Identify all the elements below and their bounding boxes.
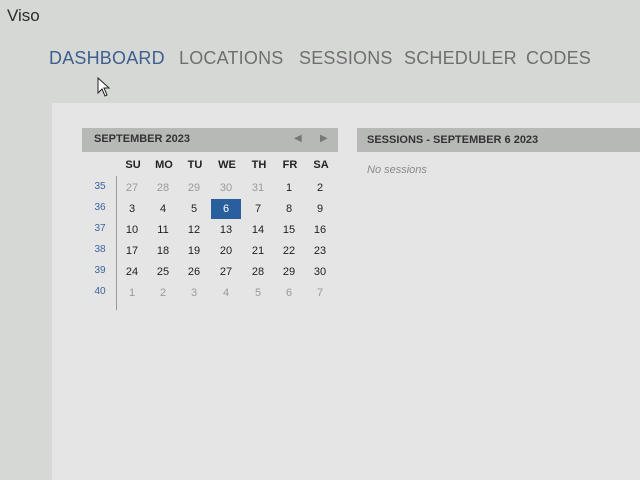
calendar-day-selected[interactable]: 6 [211, 199, 241, 219]
calendar-day[interactable]: 15 [274, 220, 304, 240]
calendar-day[interactable]: 16 [305, 220, 335, 240]
calendar-day[interactable]: 4 [211, 283, 241, 303]
calendar-day[interactable]: 26 [179, 262, 209, 282]
calendar-day[interactable]: 2 [305, 178, 335, 198]
sessions-empty-message: No sessions [367, 164, 427, 176]
calendar-day[interactable]: 13 [211, 220, 241, 240]
calendar-day[interactable]: 21 [243, 241, 273, 261]
week-number: 40 [94, 286, 106, 297]
weekday-header: MO [155, 159, 173, 171]
calendar-day[interactable]: 10 [117, 220, 147, 240]
app-title: Viso [7, 6, 40, 25]
main-nav: DASHBOARD LOCATIONS SESSIONS SCHEDULER C… [0, 48, 640, 74]
calendar-day[interactable]: 22 [274, 241, 304, 261]
weekday-header: TH [251, 159, 267, 171]
calendar-day[interactable]: 9 [305, 199, 335, 219]
calendar-day[interactable]: 28 [243, 262, 273, 282]
calendar-day[interactable]: 4 [148, 199, 178, 219]
calendar-day[interactable]: 24 [117, 262, 147, 282]
sessions-title: SESSIONS - SEPTEMBER 6 2023 [367, 134, 539, 146]
calendar-day[interactable]: 7 [243, 199, 273, 219]
calendar-day[interactable]: 27 [117, 178, 147, 198]
week-number: 39 [94, 265, 106, 276]
calendar-day[interactable]: 19 [179, 241, 209, 261]
calendar-day[interactable]: 5 [179, 199, 209, 219]
calendar-day[interactable]: 14 [243, 220, 273, 240]
weekday-header: FR [282, 159, 298, 171]
calendar-day[interactable]: 29 [179, 178, 209, 198]
calendar-grid: SU MO TU WE TH FR SA 35 27 28 29 30 31 1 2 36 3 4 5 6 7 8 9 37 1… [82, 152, 338, 312]
sessions-header: SESSIONS - SEPTEMBER 6 2023 [357, 128, 640, 152]
calendar-day[interactable]: 3 [117, 199, 147, 219]
calendar-day[interactable]: 29 [274, 262, 304, 282]
week-number: 38 [94, 244, 106, 255]
nav-scheduler[interactable]: SCHEDULER [404, 48, 517, 69]
calendar-day[interactable]: 1 [274, 178, 304, 198]
calendar-day[interactable]: 2 [148, 283, 178, 303]
calendar-day[interactable]: 18 [148, 241, 178, 261]
calendar-day[interactable]: 5 [243, 283, 273, 303]
calendar-day[interactable]: 17 [117, 241, 147, 261]
calendar-month-title: SEPTEMBER 2023 [94, 133, 190, 145]
mouse-pointer-icon [97, 77, 111, 97]
calendar-day[interactable]: 12 [179, 220, 209, 240]
nav-sessions[interactable]: SESSIONS [299, 48, 393, 69]
week-number: 36 [94, 202, 106, 213]
calendar-day[interactable]: 28 [148, 178, 178, 198]
calendar-header: SEPTEMBER 2023 ◀ ▶ [82, 128, 338, 152]
week-number: 35 [94, 181, 106, 192]
calendar-day[interactable]: 8 [274, 199, 304, 219]
calendar-day[interactable]: 23 [305, 241, 335, 261]
calendar-day[interactable]: 1 [117, 283, 147, 303]
calendar-day[interactable]: 11 [148, 220, 178, 240]
week-number: 37 [94, 223, 106, 234]
calendar-day[interactable]: 31 [243, 178, 273, 198]
calendar-day[interactable]: 30 [305, 262, 335, 282]
weekday-header: TU [187, 159, 203, 171]
weekday-header: SU [125, 159, 141, 171]
weekday-header: WE [218, 159, 236, 171]
calendar-day[interactable]: 3 [179, 283, 209, 303]
calendar-day[interactable]: 30 [211, 178, 241, 198]
calendar-day[interactable]: 7 [305, 283, 335, 303]
weekday-header: SA [313, 159, 329, 171]
previous-month-icon[interactable]: ◀ [294, 133, 302, 144]
calendar-day[interactable]: 25 [148, 262, 178, 282]
calendar-day[interactable]: 6 [274, 283, 304, 303]
calendar-day[interactable]: 20 [211, 241, 241, 261]
next-month-icon[interactable]: ▶ [320, 133, 328, 144]
nav-dashboard[interactable]: DASHBOARD [49, 48, 165, 69]
nav-locations[interactable]: LOCATIONS [179, 48, 283, 69]
calendar-day[interactable]: 27 [211, 262, 241, 282]
nav-codes[interactable]: CODES [526, 48, 591, 69]
